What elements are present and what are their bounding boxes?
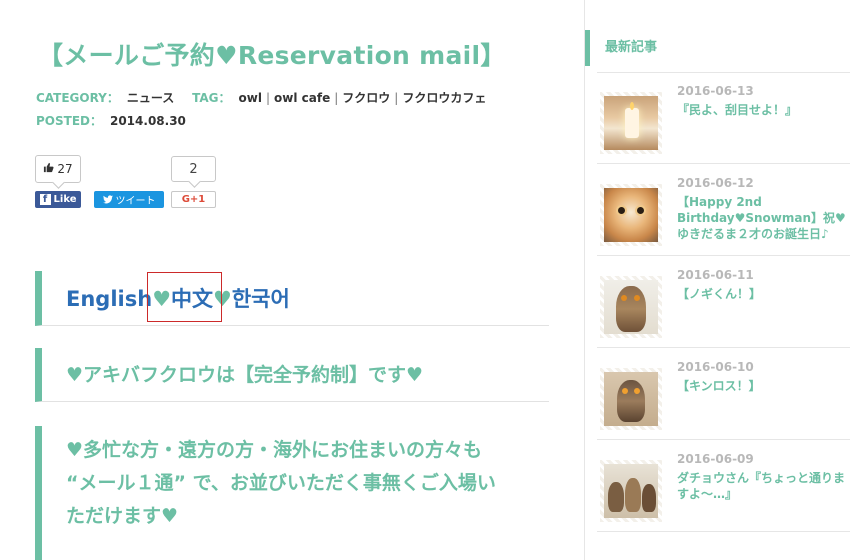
english-link[interactable]: English bbox=[66, 287, 152, 311]
post-date: 2016-06-12 bbox=[677, 176, 754, 190]
highlight-box bbox=[147, 272, 222, 322]
facebook-like-label: Like bbox=[53, 194, 77, 205]
post-title[interactable]: 【キンロス！】 bbox=[677, 378, 849, 394]
reservation-heading-text: ♥アキバフクロウは【完全予約制】です♥ bbox=[66, 364, 424, 386]
sidebar-divider bbox=[597, 72, 850, 73]
busy-people-heading: ♥多忙な方・遠方の方・海外にお住まいの方々も “メール１通” で、お並びいただく… bbox=[35, 426, 549, 560]
post-title[interactable]: ダチョウさん『ちょっと通りますよ〜…』 bbox=[677, 470, 849, 502]
sidebar-divider bbox=[597, 255, 850, 256]
recent-posts-title: 最新記事 bbox=[585, 30, 850, 66]
posted-date: 2014.08.30 bbox=[109, 114, 186, 128]
gplus-count: 2 bbox=[189, 161, 198, 177]
owl-photo-icon bbox=[604, 280, 658, 334]
post-thumbnail[interactable] bbox=[600, 276, 662, 338]
heading-line: “メール１通” で、お並びいただく事無くご入場い bbox=[66, 472, 496, 494]
facebook-icon: f bbox=[39, 194, 51, 205]
post-thumbnail[interactable] bbox=[600, 184, 662, 246]
recent-post-item[interactable]: 2016-06-11 【ノギくん！】 bbox=[597, 268, 850, 362]
post-thumbnail[interactable] bbox=[600, 368, 662, 430]
category-label: CATEGORY： bbox=[36, 91, 119, 105]
recent-post-item[interactable]: 2016-06-13 『民よ、刮目せよ！』 bbox=[597, 84, 850, 178]
recent-post-item[interactable]: 2016-06-12 【Happy 2nd Birthday♥Snowman】祝… bbox=[597, 176, 850, 270]
main-content: 【メールご予約♥Reservation mail】 CATEGORY： ニュース … bbox=[0, 0, 584, 560]
page-title: 【メールご予約♥Reservation mail】 bbox=[38, 41, 506, 70]
recent-post-item[interactable]: 2016-06-09 ダチョウさん『ちょっと通りますよ〜…』 bbox=[597, 452, 850, 546]
post-title[interactable]: 【Happy 2nd Birthday♥Snowman】祝♥ゆきだるま２才のお誕… bbox=[677, 194, 849, 242]
heading-line: ただけます♥ bbox=[66, 505, 179, 527]
language-links-heading: English♥中文♥한국어 bbox=[35, 271, 549, 326]
post-title[interactable]: 【ノギくん！】 bbox=[677, 286, 849, 302]
posted-meta: POSTED： 2014.08.30 bbox=[36, 112, 186, 129]
tag-link-fukurou[interactable]: フクロウ bbox=[342, 91, 390, 105]
gplus-label: G+1 bbox=[181, 194, 206, 205]
like-count-bubble: 27 bbox=[35, 155, 81, 183]
post-thumbnail[interactable] bbox=[600, 460, 662, 522]
post-thumbnail[interactable] bbox=[600, 92, 662, 154]
korean-link[interactable]: 한국어 bbox=[232, 287, 290, 311]
post-meta: CATEGORY： ニュース TAG： owl | owl cafe | フクロウ | フクロウ… bbox=[36, 89, 486, 106]
tag-link-owl[interactable]: owl bbox=[239, 91, 262, 105]
recent-post-item[interactable]: 2016-06-10 【キンロス！】 bbox=[597, 360, 850, 454]
tag-link-owl-cafe[interactable]: owl cafe bbox=[274, 91, 330, 105]
busy-people-heading-text: ♥多忙な方・遠方の方・海外にお住まいの方々も “メール１通” で、お並びいただく… bbox=[66, 434, 496, 533]
sidebar: 最新記事 2016-06-13 『民よ、刮目せよ！』 2016-06-12 【H… bbox=[585, 0, 850, 560]
sidebar-divider bbox=[597, 439, 850, 440]
sidebar-divider bbox=[597, 531, 850, 532]
owl-face-photo-icon bbox=[604, 188, 658, 242]
owl-group-photo-icon bbox=[604, 464, 658, 518]
post-date: 2016-06-11 bbox=[677, 268, 754, 282]
tag-separator: | bbox=[334, 91, 339, 105]
gplus-button[interactable]: G+1 bbox=[171, 191, 216, 208]
sidebar-divider bbox=[597, 347, 850, 348]
sidebar-divider bbox=[597, 163, 850, 164]
post-date: 2016-06-09 bbox=[677, 452, 754, 466]
reservation-heading: ♥アキバフクロウは【完全予約制】です♥ bbox=[35, 348, 549, 402]
category-link[interactable]: ニュース bbox=[127, 91, 174, 105]
candle-photo-icon bbox=[604, 96, 658, 150]
tag-separator: | bbox=[265, 91, 271, 105]
tag-link-fukurou-cafe[interactable]: フクロウカフェ bbox=[402, 91, 486, 105]
like-count: 27 bbox=[57, 162, 73, 176]
posted-label: POSTED： bbox=[36, 114, 102, 128]
tag-label: TAG： bbox=[192, 91, 231, 105]
facebook-like-button[interactable]: f Like bbox=[35, 191, 81, 208]
tweet-button[interactable]: ツイート bbox=[94, 191, 164, 208]
twitter-bird-icon bbox=[102, 195, 113, 204]
post-title[interactable]: 『民よ、刮目せよ！』 bbox=[677, 102, 849, 118]
owl-photo-icon bbox=[604, 372, 658, 426]
tag-separator: | bbox=[394, 91, 399, 105]
heading-line: ♥多忙な方・遠方の方・海外にお住まいの方々も bbox=[66, 439, 483, 461]
tweet-label: ツイート bbox=[115, 196, 156, 207]
post-date: 2016-06-13 bbox=[677, 84, 754, 98]
thumbs-up-icon bbox=[43, 162, 54, 176]
post-date: 2016-06-10 bbox=[677, 360, 754, 374]
gplus-count-bubble: 2 bbox=[171, 156, 216, 182]
